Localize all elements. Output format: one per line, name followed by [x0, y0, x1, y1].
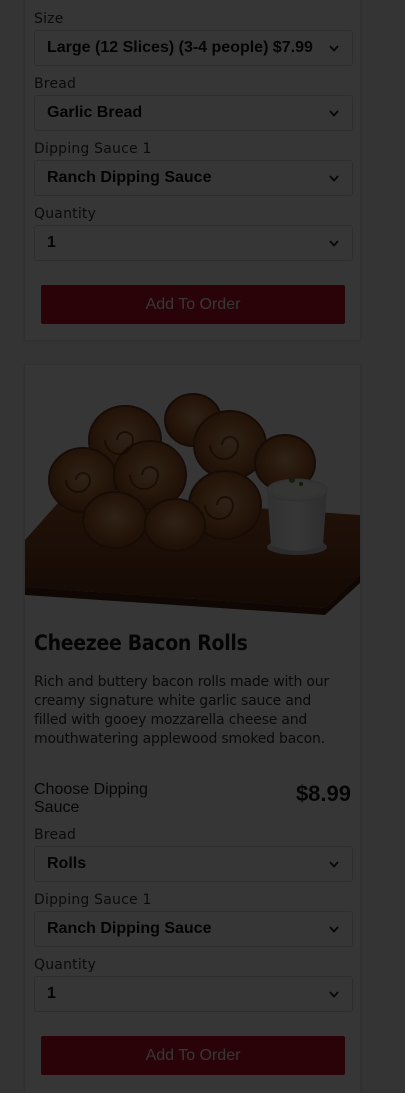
menu-item-card: Size Large (12 Slices) (3-4 people) $7.9…	[24, 0, 361, 341]
page-background: Size Large (12 Slices) (3-4 people) $7.9…	[0, 0, 405, 1093]
product-image	[25, 365, 360, 615]
quantity-select-value: 1	[47, 985, 56, 1002]
chevron-down-icon	[328, 172, 340, 184]
bread-select-value: Garlic Bread	[47, 104, 143, 121]
bread-select-value: Rolls	[47, 855, 87, 872]
size-label: Size	[34, 11, 64, 27]
bread-label: Bread	[34, 76, 77, 92]
size-select-value: Large (12 Slices) (3-4 people) $7.99	[47, 39, 313, 56]
product-title: Cheezee Bacon Rolls	[34, 631, 248, 655]
product-price: $8.99	[295, 781, 351, 806]
add-to-order-button[interactable]: Add To Order	[41, 285, 345, 324]
bread-select[interactable]: Garlic Bread	[34, 95, 353, 131]
dipping-sauce-select[interactable]: Ranch Dipping Sauce	[34, 911, 353, 947]
add-to-order-button[interactable]: Add To Order	[41, 1036, 345, 1075]
quantity-select[interactable]: 1	[34, 976, 353, 1012]
dipping-sauce-label: Dipping Sauce 1	[34, 141, 152, 157]
dipping-sauce-select-value: Ranch Dipping Sauce	[47, 920, 212, 937]
quantity-label: Quantity	[34, 206, 97, 222]
chevron-down-icon	[328, 858, 340, 870]
bread-label: Bread	[34, 827, 77, 843]
chevron-down-icon	[328, 107, 340, 119]
dipping-sauce-select-value: Ranch Dipping Sauce	[47, 169, 212, 186]
quantity-label: Quantity	[34, 957, 97, 973]
product-description: Rich and buttery bacon rolls made with o…	[34, 674, 329, 747]
dipping-sauce-select[interactable]: Ranch Dipping Sauce	[34, 160, 353, 196]
quantity-select[interactable]: 1	[34, 225, 353, 261]
dipping-sauce-label: Dipping Sauce 1	[34, 892, 152, 908]
size-select[interactable]: Large (12 Slices) (3-4 people) $7.99	[34, 30, 353, 66]
choose-dipping-sauce-label: Choose Dipping Sauce	[34, 781, 148, 816]
chevron-down-icon	[328, 923, 340, 935]
bread-select[interactable]: Rolls	[34, 846, 353, 882]
quantity-select-value: 1	[47, 234, 56, 251]
chevron-down-icon	[328, 988, 340, 1000]
chevron-down-icon	[328, 42, 340, 54]
chevron-down-icon	[328, 237, 340, 249]
menu-item-card: Cheezee Bacon Rolls Rich and buttery bac…	[24, 364, 361, 1093]
